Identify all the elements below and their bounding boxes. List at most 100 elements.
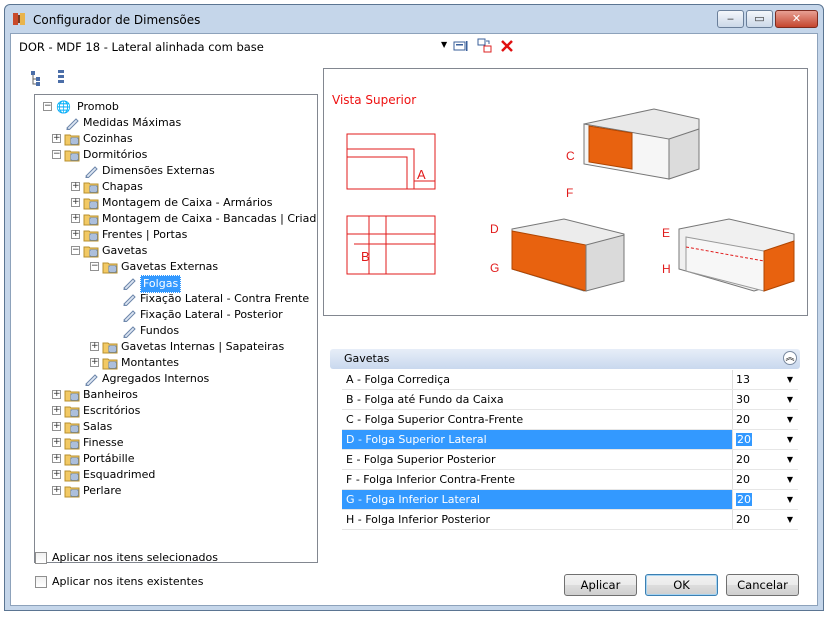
collapse-icon[interactable]: ︽ xyxy=(783,351,797,365)
globe-icon: 🌐 xyxy=(56,100,71,114)
copy-configuration-icon[interactable] xyxy=(477,38,493,54)
property-row[interactable]: C - Folga Superior Contra-Frente 20 ▼ xyxy=(342,410,798,430)
property-row[interactable]: E - Folga Superior Posterior 20 ▼ xyxy=(342,450,798,470)
pencil-icon xyxy=(123,278,136,290)
collapse-toggle[interactable]: − xyxy=(90,262,99,271)
expand-toggle[interactable]: + xyxy=(71,214,80,223)
configuration-selector[interactable]: DOR - MDF 18 - Lateral alinhada com base… xyxy=(11,34,817,58)
expand-toggle[interactable]: + xyxy=(52,134,61,143)
property-value-dropdown[interactable]: 20 ▼ xyxy=(732,450,798,469)
expand-toggle[interactable]: + xyxy=(52,438,61,447)
tree-item-label: Salas xyxy=(83,420,113,433)
property-value-dropdown[interactable]: 20 ▼ xyxy=(732,510,798,529)
collapse-toggle[interactable]: − xyxy=(43,102,52,111)
property-name: H - Folga Inferior Posterior xyxy=(346,513,490,526)
tree-item-label: Portábille xyxy=(83,452,135,465)
chevron-down-icon[interactable]: ▼ xyxy=(787,450,793,469)
expand-toggle[interactable]: + xyxy=(71,182,80,191)
collapse-all-icon[interactable] xyxy=(58,70,64,83)
property-row[interactable]: B - Folga até Fundo da Caixa 30 ▼ xyxy=(342,390,798,410)
pencil-icon xyxy=(123,310,136,322)
expand-toggle[interactable]: + xyxy=(90,358,99,367)
expand-toggle[interactable]: + xyxy=(52,454,61,463)
expand-toggle[interactable]: + xyxy=(90,342,99,351)
property-value-dropdown[interactable]: 20 ▼ xyxy=(732,430,798,449)
property-value-dropdown[interactable]: 20 ▼ xyxy=(732,490,798,509)
maximize-button[interactable]: ▭ xyxy=(746,10,773,28)
pencil-icon xyxy=(66,118,79,130)
chevron-down-icon[interactable]: ▼ xyxy=(441,40,447,49)
apply-selected-checkbox[interactable] xyxy=(35,552,47,564)
apply-button[interactable]: Aplicar xyxy=(564,574,637,596)
tree-item-label: Gavetas Externas xyxy=(121,260,219,273)
chevron-down-icon[interactable]: ▼ xyxy=(787,510,793,529)
folder-icon xyxy=(64,438,80,450)
chevron-down-icon[interactable]: ▼ xyxy=(787,470,793,489)
folder-icon xyxy=(83,198,99,210)
label-g: G xyxy=(490,261,499,275)
chevron-down-icon[interactable]: ▼ xyxy=(787,430,793,449)
property-value-dropdown[interactable]: 30 ▼ xyxy=(732,390,798,409)
expand-toggle[interactable]: + xyxy=(71,230,80,239)
ok-button[interactable]: OK xyxy=(645,574,718,596)
property-group-header[interactable]: Gavetas ︽ xyxy=(330,349,800,369)
chevron-down-icon[interactable]: ▼ xyxy=(787,370,793,389)
collapse-toggle[interactable]: − xyxy=(52,150,61,159)
category-tree[interactable]: − 🌐 Promob Medidas Máximas + Cozinhas − Dormitó… xyxy=(34,94,318,563)
property-value-dropdown[interactable]: 20 ▼ xyxy=(732,470,798,489)
property-value: 20 xyxy=(736,473,750,486)
expand-all-icon[interactable] xyxy=(31,71,40,86)
tree-item-label: Montantes xyxy=(121,356,180,369)
property-name: E - Folga Superior Posterior xyxy=(346,453,496,466)
property-value-dropdown[interactable]: 20 ▼ xyxy=(732,410,798,429)
chevron-down-icon[interactable]: ▼ xyxy=(787,390,793,409)
property-row[interactable]: A - Folga Corrediça 13 ▼ xyxy=(342,370,798,390)
label-c: C xyxy=(566,149,575,163)
property-row[interactable]: D - Folga Superior Lateral 20 ▼ xyxy=(342,430,798,450)
pencil-icon xyxy=(123,294,136,306)
folder-icon xyxy=(64,422,80,434)
preview-panel: Vista Superior A B C F D G E H xyxy=(323,68,808,316)
expand-toggle[interactable]: + xyxy=(52,486,61,495)
tree-item-label: Montagem de Caixa - Bancadas | Criados xyxy=(102,212,318,225)
expand-toggle[interactable]: + xyxy=(52,470,61,479)
property-group-title: Gavetas xyxy=(344,352,390,365)
tree-item-label: Agregados Internos xyxy=(102,372,210,385)
title-bar[interactable]: Configurador de Dimensões ‒ ▭ ✕ xyxy=(5,5,823,33)
pencil-icon xyxy=(85,166,98,178)
property-row[interactable]: H - Folga Inferior Posterior 20 ▼ xyxy=(342,510,798,530)
property-row[interactable]: F - Folga Inferior Contra-Frente 20 ▼ xyxy=(342,470,798,490)
close-button[interactable]: ✕ xyxy=(775,10,818,28)
folder-icon xyxy=(64,134,80,146)
apply-existing-label: Aplicar nos itens existentes xyxy=(52,575,204,588)
minimize-button[interactable]: ‒ xyxy=(717,10,744,28)
property-value: 20 xyxy=(736,453,750,466)
drawer-side-view xyxy=(511,218,625,292)
delete-configuration-icon[interactable] xyxy=(499,38,515,54)
edit-configuration-icon[interactable] xyxy=(453,38,469,54)
apply-existing-checkbox[interactable] xyxy=(35,576,47,588)
folder-icon xyxy=(83,230,99,242)
property-name: B - Folga até Fundo da Caixa xyxy=(346,393,504,406)
tree-item-label: Dimensões Externas xyxy=(102,164,215,177)
chevron-down-icon[interactable]: ▼ xyxy=(787,410,793,429)
folder-icon xyxy=(83,246,99,258)
expand-toggle[interactable]: + xyxy=(52,390,61,399)
property-row[interactable]: G - Folga Inferior Lateral 20 ▼ xyxy=(342,490,798,510)
property-value-dropdown[interactable]: 13 ▼ xyxy=(732,370,798,389)
tree-item-label: Finesse xyxy=(83,436,124,449)
top-view-diagram-b xyxy=(346,215,436,275)
cancel-button[interactable]: Cancelar xyxy=(726,574,799,596)
tree-toolbar xyxy=(31,70,64,86)
expand-toggle[interactable]: + xyxy=(71,198,80,207)
tree-item-label: Montagem de Caixa - Armários xyxy=(102,196,273,209)
property-name: D - Folga Superior Lateral xyxy=(342,430,732,449)
property-value: 20 xyxy=(736,433,752,446)
expand-toggle[interactable]: + xyxy=(52,406,61,415)
tree-item-label: Esquadrimed xyxy=(83,468,156,481)
chevron-down-icon[interactable]: ▼ xyxy=(787,490,793,509)
collapse-toggle[interactable]: − xyxy=(71,246,80,255)
expand-toggle[interactable]: + xyxy=(52,422,61,431)
folder-icon xyxy=(64,150,80,162)
tree-item-label: Gavetas Internas | Sapateiras xyxy=(121,340,285,353)
